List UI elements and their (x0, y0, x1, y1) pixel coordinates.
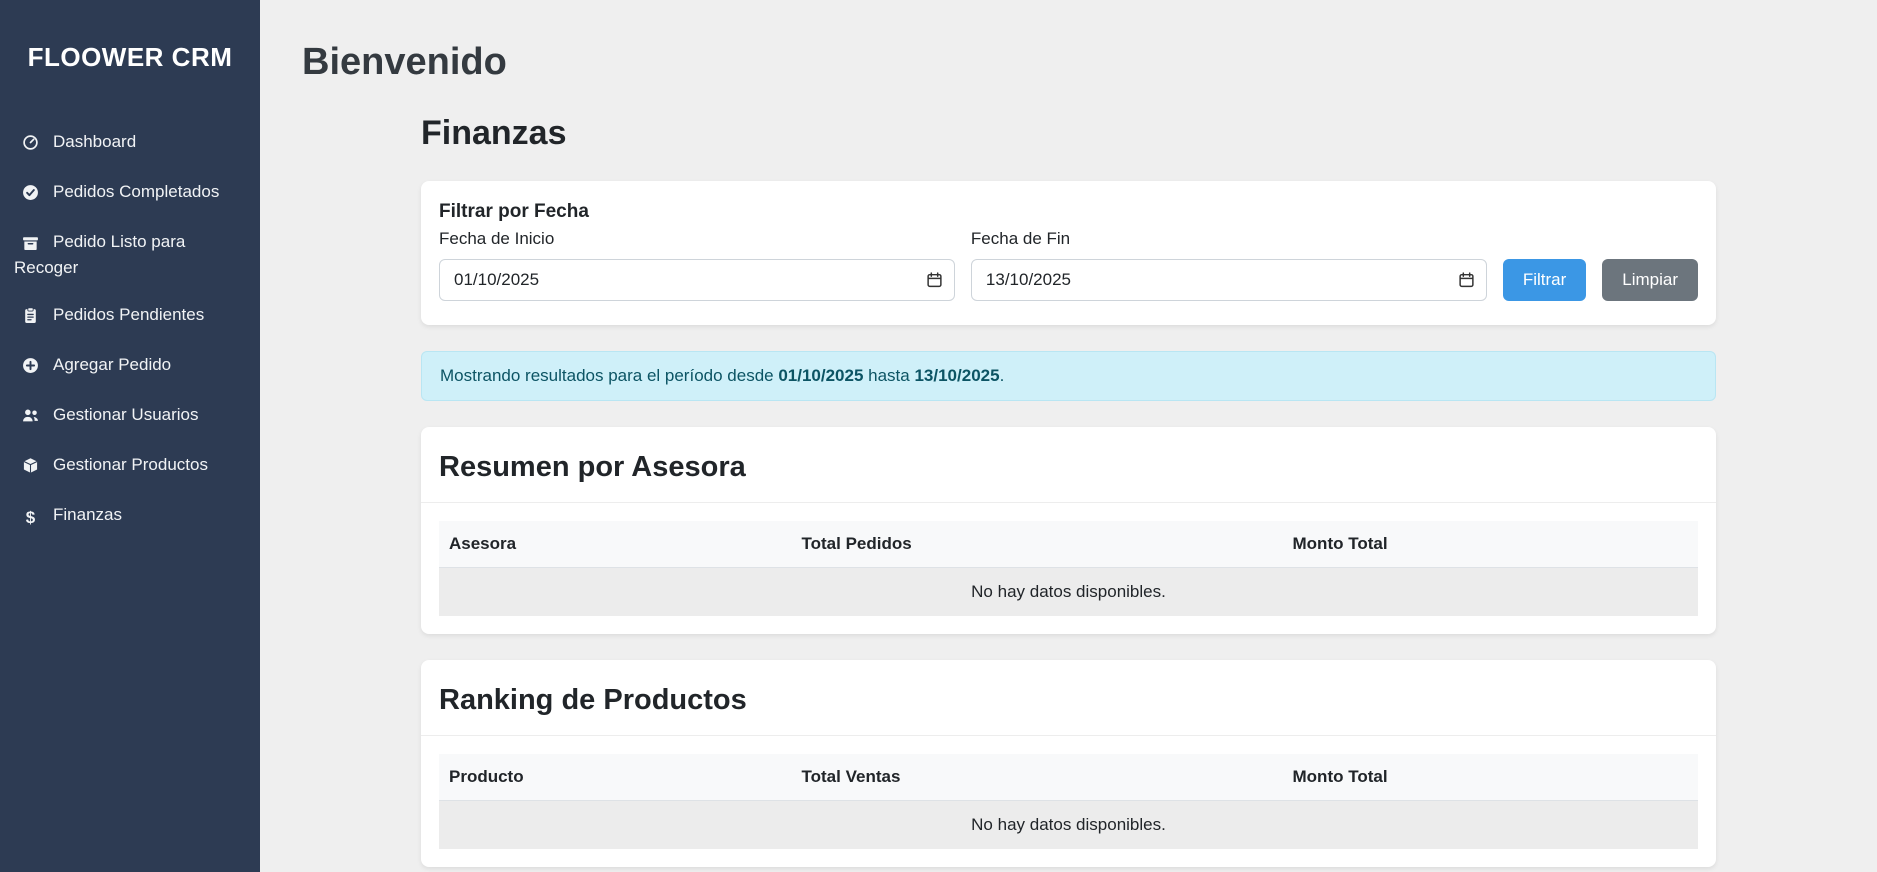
sidebar-menu: Dashboard Pedidos Completados Pedido Lis… (0, 119, 260, 541)
product-box-icon (22, 457, 41, 480)
alert-start-date: 01/10/2025 (778, 366, 863, 385)
sidebar-item-label: Pedidos Pendientes (53, 305, 204, 324)
ranking-col-total-ventas: Total Ventas (792, 754, 1283, 801)
end-date-field: Fecha de Fin (971, 229, 1487, 301)
sidebar-item-dashboard[interactable]: Dashboard (0, 119, 260, 169)
plus-circle-icon (22, 357, 41, 380)
alert-text: Mostrando resultados para el período des… (440, 366, 778, 385)
sidebar: FLOOWER CRM Dashboard Pedidos Completado… (0, 0, 260, 872)
summary-col-total-pedidos: Total Pedidos (792, 521, 1283, 568)
users-icon (22, 407, 41, 430)
end-date-input[interactable] (971, 259, 1487, 301)
check-circle-icon (22, 184, 41, 207)
filter-card: Filtrar por Fecha Fecha de Inicio Fecha … (421, 181, 1716, 325)
calendar-icon[interactable] (926, 271, 943, 288)
pickup-box-icon (22, 234, 41, 257)
summary-col-asesora: Asesora (439, 521, 792, 568)
start-date-label: Fecha de Inicio (439, 229, 955, 249)
dollar-icon: $ (22, 507, 41, 530)
results-info-alert: Mostrando resultados para el período des… (421, 351, 1716, 401)
ranking-card: Ranking de Productos Producto Total Vent… (421, 660, 1716, 867)
alert-end-date: 13/10/2025 (914, 366, 999, 385)
table-row: No hay datos disponibles. (439, 567, 1698, 616)
ranking-table: Producto Total Ventas Monto Total No hay… (439, 754, 1698, 849)
alert-text: . (1000, 366, 1005, 385)
sidebar-item-label: Gestionar Usuarios (53, 405, 199, 424)
filter-button[interactable]: Filtrar (1503, 259, 1586, 301)
sidebar-item-gestionar-usuarios[interactable]: Gestionar Usuarios (0, 392, 260, 442)
sidebar-item-label: Gestionar Productos (53, 455, 208, 474)
sidebar-item-label: Dashboard (53, 132, 136, 151)
clear-button[interactable]: Limpiar (1602, 259, 1698, 301)
sidebar-item-label: Pedidos Completados (53, 182, 219, 201)
sidebar-item-gestionar-productos[interactable]: Gestionar Productos (0, 442, 260, 492)
table-row: No hay datos disponibles. (439, 800, 1698, 849)
ranking-title: Ranking de Productos (421, 660, 1716, 736)
sidebar-item-label: Finanzas (53, 505, 122, 524)
page-title: Bienvenido (302, 40, 1877, 86)
main-content: Bienvenido Finanzas Filtrar por Fecha Fe… (260, 0, 1877, 872)
alert-text: hasta (863, 366, 914, 385)
sidebar-item-finanzas[interactable]: $ Finanzas (0, 492, 260, 542)
summary-col-monto-total: Monto Total (1283, 521, 1698, 568)
sidebar-item-pedidos-pendientes[interactable]: Pedidos Pendientes (0, 292, 260, 342)
summary-card: Resumen por Asesora Asesora Total Pedido… (421, 427, 1716, 634)
sidebar-item-pedidos-completados[interactable]: Pedidos Completados (0, 169, 260, 219)
dashboard-icon (22, 134, 41, 157)
sidebar-item-pedido-listo-para-recoger[interactable]: Pedido Listo para Recoger (0, 219, 260, 292)
end-date-label: Fecha de Fin (971, 229, 1487, 249)
sidebar-item-label: Agregar Pedido (53, 355, 171, 374)
summary-empty-message: No hay datos disponibles. (439, 567, 1698, 616)
start-date-input[interactable] (439, 259, 955, 301)
filter-title: Filtrar por Fecha (439, 201, 1698, 223)
summary-table: Asesora Total Pedidos Monto Total No hay… (439, 521, 1698, 616)
calendar-icon[interactable] (1458, 271, 1475, 288)
summary-title: Resumen por Asesora (421, 427, 1716, 503)
start-date-field: Fecha de Inicio (439, 229, 955, 301)
app-title: FLOOWER CRM (0, 0, 260, 73)
section-title: Finanzas (421, 114, 1716, 153)
sidebar-item-agregar-pedido[interactable]: Agregar Pedido (0, 342, 260, 392)
ranking-empty-message: No hay datos disponibles. (439, 800, 1698, 849)
clipboard-icon (22, 307, 41, 330)
ranking-col-monto-total: Monto Total (1283, 754, 1698, 801)
ranking-col-producto: Producto (439, 754, 792, 801)
